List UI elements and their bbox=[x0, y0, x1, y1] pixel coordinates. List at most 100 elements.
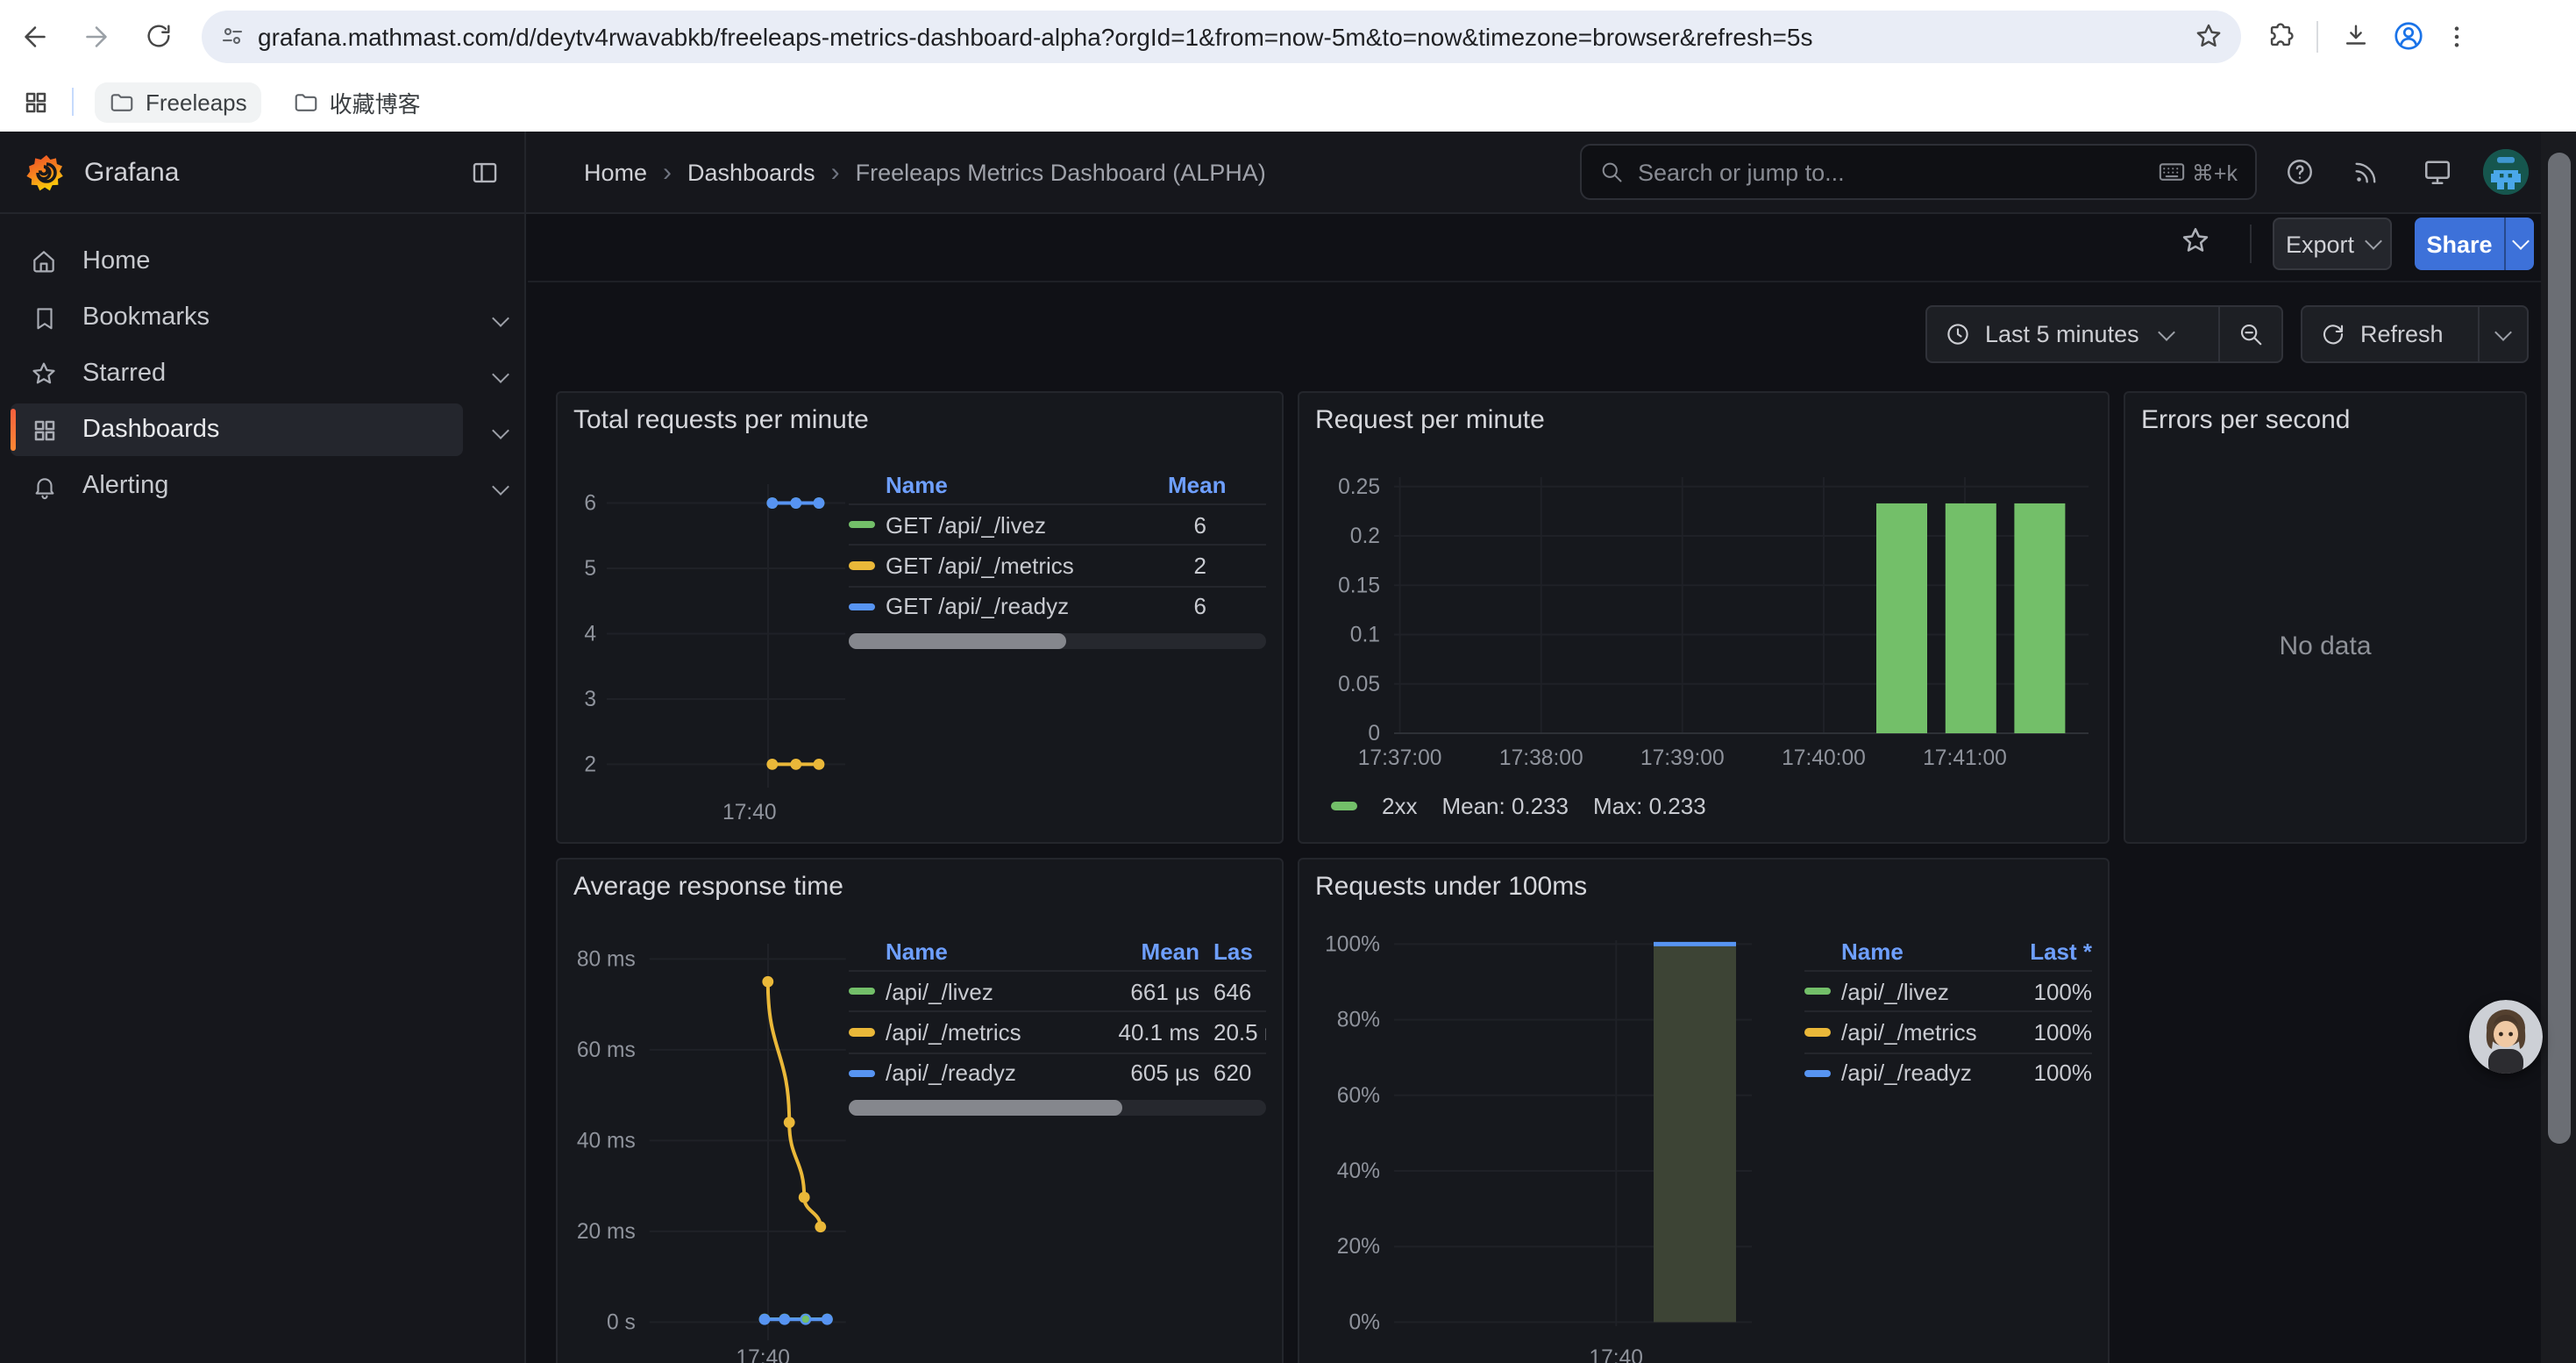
series-color-pill bbox=[849, 603, 875, 610]
sidebar-item-starred[interactable]: Starred bbox=[11, 347, 463, 400]
legend-row[interactable]: /api/_/livez661 µs646 bbox=[849, 970, 1266, 1011]
search-input[interactable]: Search or jump to... ⌘+k bbox=[1580, 144, 2257, 200]
breadcrumb-home[interactable]: Home bbox=[584, 159, 647, 185]
legend-row[interactable]: /api/_/livez100% bbox=[1804, 970, 2092, 1011]
legend-header: Name Mean bbox=[849, 465, 1266, 503]
toolbar-divider bbox=[2316, 20, 2318, 52]
legend-col-last[interactable]: Last * bbox=[1987, 938, 2092, 964]
reload-icon[interactable] bbox=[137, 15, 179, 57]
kiosk-monitor-icon[interactable] bbox=[2422, 156, 2453, 188]
panel-total-requests-per-minute[interactable]: Total requests per minute 6543217:40 Nam… bbox=[556, 391, 1284, 844]
sidebar-item-home[interactable]: Home bbox=[11, 235, 463, 288]
time-range-picker[interactable]: Last 5 minutes bbox=[1925, 305, 2283, 363]
svg-text:4: 4 bbox=[584, 622, 596, 646]
browser-toolbar: grafana.mathmast.com/d/deytv4rwavabkb/fr… bbox=[0, 0, 2576, 72]
legend-mean: Mean: 0.233 bbox=[1441, 793, 1569, 819]
user-avatar[interactable] bbox=[2483, 149, 2529, 195]
refresh-label: Refresh bbox=[2360, 321, 2444, 347]
extensions-icon[interactable] bbox=[2259, 15, 2301, 57]
sidebar-item-bookmarks[interactable]: Bookmarks bbox=[11, 291, 463, 344]
sidebar-item-label: Alerting bbox=[82, 472, 168, 500]
star-icon bbox=[28, 360, 60, 388]
refresh-button[interactable]: Refresh bbox=[2301, 305, 2529, 363]
svg-text:0.25: 0.25 bbox=[1338, 475, 1380, 499]
bookmarks-bar: Freeleaps 收藏博客 bbox=[0, 72, 2576, 132]
subheader-divider bbox=[2250, 225, 2252, 263]
site-info-icon[interactable] bbox=[219, 23, 246, 49]
legend-table: Name Mean GET /api/_/livez6 GET /api/_/m… bbox=[849, 465, 1266, 626]
menu-dots-icon[interactable] bbox=[2436, 15, 2478, 57]
time-controls: Last 5 minutes Refresh bbox=[528, 282, 2541, 391]
url-bar[interactable]: grafana.mathmast.com/d/deytv4rwavabkb/fr… bbox=[202, 10, 2241, 62]
legend-col-last[interactable]: Las bbox=[1213, 938, 1266, 964]
panel-request-per-minute[interactable]: Request per minute 0.250.20.150.10.05017… bbox=[1298, 391, 2110, 844]
page-scrollbar[interactable] bbox=[2541, 132, 2576, 1363]
download-icon[interactable] bbox=[2334, 15, 2376, 57]
svg-text:0: 0 bbox=[1368, 722, 1380, 746]
legend-col-name[interactable]: Name bbox=[1841, 938, 1987, 964]
export-button[interactable]: Export bbox=[2273, 218, 2392, 270]
svg-text:5: 5 bbox=[584, 557, 596, 581]
legend-col-name[interactable]: Name bbox=[886, 471, 1168, 497]
series-color-pill bbox=[1804, 1029, 1831, 1037]
legend-scrollbar[interactable] bbox=[849, 633, 1266, 649]
legend-table: Name Mean Las /api/_/livez661 µs646 /api… bbox=[849, 931, 1266, 1093]
favorite-star-icon[interactable] bbox=[2180, 225, 2211, 256]
svg-text:60%: 60% bbox=[1337, 1084, 1380, 1108]
time-range-label: Last 5 minutes bbox=[1985, 321, 2139, 347]
legend-row[interactable]: /api/_/readyz605 µs620 bbox=[849, 1053, 1266, 1094]
legend-series-2xx[interactable]: 2xx bbox=[1331, 793, 1417, 819]
forward-icon[interactable] bbox=[75, 15, 117, 57]
svg-text:0 s: 0 s bbox=[607, 1310, 636, 1334]
chevron-down-icon[interactable] bbox=[495, 470, 507, 502]
legend-col-name[interactable]: Name bbox=[886, 938, 1087, 964]
share-button[interactable]: Share bbox=[2415, 218, 2534, 270]
help-icon[interactable] bbox=[2285, 157, 2315, 187]
zoom-out-button[interactable] bbox=[2220, 321, 2281, 347]
bookmark-star-icon[interactable] bbox=[2194, 21, 2224, 51]
floating-assistant-avatar[interactable] bbox=[2469, 1000, 2543, 1074]
chevron-down-icon[interactable] bbox=[495, 414, 507, 446]
legend-header: Name Last * bbox=[1804, 931, 2092, 970]
svg-text:17:40: 17:40 bbox=[722, 801, 777, 824]
svg-text:6: 6 bbox=[584, 492, 596, 516]
legend-row[interactable]: GET /api/_/readyz6 bbox=[849, 586, 1266, 627]
bookmark-icon bbox=[28, 304, 60, 331]
sidebar-item-dashboards[interactable]: Dashboards bbox=[11, 403, 463, 456]
legend-col-mean[interactable]: Mean bbox=[1168, 471, 1266, 497]
dashboards-grid-icon bbox=[28, 417, 60, 443]
svg-text:17:40: 17:40 bbox=[736, 1346, 790, 1363]
legend-col-mean[interactable]: Mean bbox=[1087, 938, 1199, 964]
bell-icon bbox=[28, 473, 60, 499]
back-icon[interactable] bbox=[14, 15, 56, 57]
panel-errors-per-second[interactable]: Errors per second No data bbox=[2124, 391, 2527, 844]
bookmark-folder-blogs[interactable]: 收藏博客 bbox=[279, 78, 435, 125]
sidebar-item-label: Home bbox=[82, 247, 150, 275]
profile-icon[interactable] bbox=[2387, 15, 2429, 57]
url-text[interactable]: grafana.mathmast.com/d/deytv4rwavabkb/fr… bbox=[258, 22, 2194, 50]
share-dropdown-icon[interactable] bbox=[2504, 218, 2534, 270]
sidebar-item-alerting[interactable]: Alerting bbox=[11, 460, 463, 512]
bookmark-folder-freeleaps[interactable]: Freeleaps bbox=[95, 82, 261, 122]
legend-row[interactable]: /api/_/metrics40.1 ms20.5 r bbox=[849, 1011, 1266, 1053]
news-rss-icon[interactable] bbox=[2352, 157, 2381, 187]
legend-row[interactable]: /api/_/readyz100% bbox=[1804, 1053, 2092, 1094]
breadcrumb-dashboards[interactable]: Dashboards bbox=[687, 159, 815, 185]
sidebar-toggle-icon[interactable] bbox=[470, 157, 500, 187]
panel-title[interactable]: Errors per second bbox=[2141, 405, 2350, 435]
panel-average-response-time[interactable]: Average response time 80 ms60 ms40 ms20 … bbox=[556, 858, 1284, 1363]
apps-grid-icon[interactable] bbox=[14, 81, 56, 123]
legend-row[interactable]: /api/_/metrics100% bbox=[1804, 1011, 2092, 1053]
scrollbar-thumb[interactable] bbox=[2547, 153, 2570, 1144]
legend: 2xx Mean: 0.233 Max: 0.233 bbox=[1331, 793, 1706, 819]
sidebar-item-label: Dashboards bbox=[82, 416, 219, 444]
chevron-down-icon[interactable] bbox=[495, 302, 507, 333]
grafana-logo bbox=[26, 152, 67, 192]
legend-scrollbar[interactable] bbox=[849, 1100, 1266, 1116]
chevron-down-icon[interactable] bbox=[495, 358, 507, 389]
svg-text:80%: 80% bbox=[1337, 1009, 1380, 1032]
refresh-interval-dropdown[interactable] bbox=[2480, 331, 2527, 338]
legend-row[interactable]: GET /api/_/livez6 bbox=[849, 503, 1266, 545]
panel-requests-under-100ms[interactable]: Requests under 100ms 100%80%60%40%20%0%1… bbox=[1298, 858, 2110, 1363]
legend-row[interactable]: GET /api/_/metrics2 bbox=[849, 545, 1266, 586]
